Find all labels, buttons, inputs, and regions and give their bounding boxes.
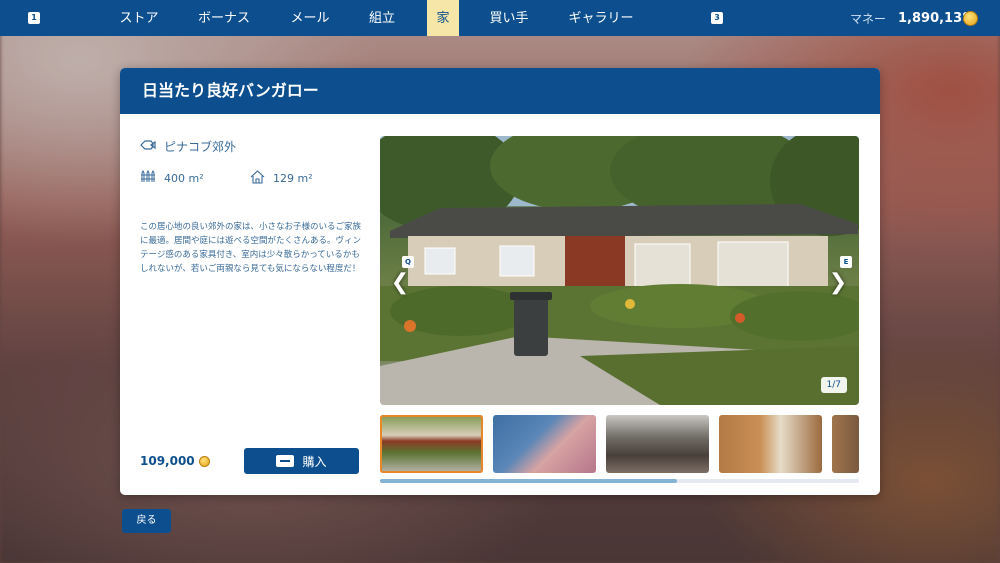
nav-assembly[interactable]: 組立 <box>360 0 404 36</box>
back-button[interactable]: 戻る <box>122 509 171 533</box>
image-counter: 1/7 <box>820 377 847 393</box>
thumbnail-scrollbar[interactable] <box>380 479 859 483</box>
fish-map-icon <box>140 139 156 154</box>
fence-icon <box>140 169 156 186</box>
house-area-stat: 129 m² <box>250 170 313 187</box>
price: 109,000 <box>140 454 210 468</box>
thumbnail-kids-room[interactable] <box>493 415 596 473</box>
next-image-button[interactable]: ❯ <box>828 268 848 298</box>
main-house-photo: Q ❮ E ❯ 1/7 <box>380 136 859 405</box>
prev-key-hint: Q <box>402 256 414 268</box>
money-label: マネー <box>850 12 887 26</box>
space-key-icon <box>276 455 295 467</box>
nav-store[interactable]: ストア <box>108 0 170 36</box>
prev-image-button[interactable]: ❮ <box>390 268 410 298</box>
house-description: この居心地の良い郊外の家は、小さなお子様のいるご家族に最適。居間や庭には遊べる空… <box>140 222 362 274</box>
nav-mail[interactable]: メール <box>282 0 338 36</box>
buy-button-label: 購入 <box>302 454 327 469</box>
nav-gallery[interactable]: ギャラリー <box>562 0 640 36</box>
nav-house[interactable]: 家 <box>427 0 459 36</box>
thumbnail-shelves[interactable] <box>719 415 822 473</box>
money-value: 1,890,138 <box>898 11 972 26</box>
thumbnail-scrollbar-thumb[interactable] <box>380 479 677 483</box>
top-navigation-bar: 1 ストア ボーナス メール 組立 家 買い手 ギャラリー 3 マネー 1,89… <box>0 0 1000 36</box>
house-icon <box>250 170 265 187</box>
thumbnail-partial[interactable] <box>832 415 859 473</box>
coin-icon <box>963 11 978 26</box>
house-area-value: 129 m² <box>273 172 313 185</box>
location-row: ピナコブ郊外 <box>140 138 236 155</box>
nav-buyers[interactable]: 買い手 <box>480 0 538 36</box>
key-hint-left: 1 <box>28 12 40 24</box>
house-detail-dialog: 日当たり良好バンガロー ピナコブ郊外 400 m² 129 m² この居心地の良… <box>120 68 880 495</box>
plot-area-value: 400 m² <box>164 171 204 185</box>
coin-icon <box>198 455 210 467</box>
key-hint-right: 3 <box>711 12 723 24</box>
thumbnail-exterior[interactable] <box>380 415 483 473</box>
thumbnail-living-room[interactable] <box>606 415 709 473</box>
dialog-title: 日当たり良好バンガロー <box>120 68 880 114</box>
price-value: 109,000 <box>140 454 195 468</box>
house-illustration <box>380 136 859 405</box>
buy-button[interactable]: 購入 <box>244 448 359 474</box>
nav-bonus[interactable]: ボーナス <box>190 0 258 36</box>
location-label: ピナコブ郊外 <box>164 140 237 154</box>
next-key-hint: E <box>840 256 852 268</box>
plot-area-stat: 400 m² <box>140 169 204 186</box>
